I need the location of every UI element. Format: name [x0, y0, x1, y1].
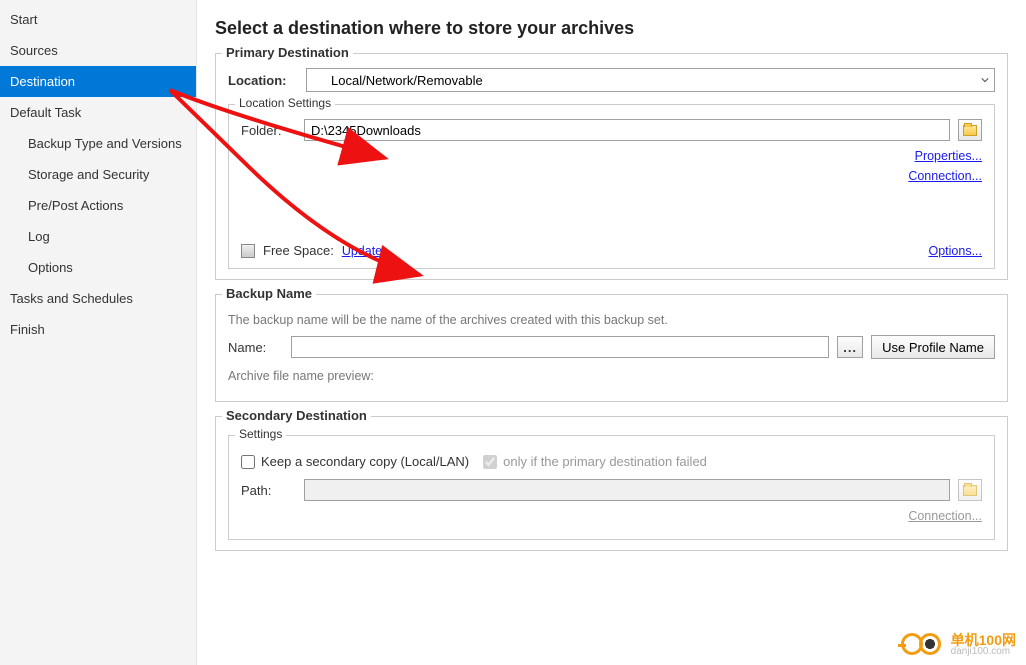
group-legend-backup-name: Backup Name — [222, 286, 316, 301]
sidebar-item-options[interactable]: Options — [0, 252, 196, 283]
sidebar-item-tasks-and-schedules[interactable]: Tasks and Schedules — [0, 283, 196, 314]
group-location-settings: Location Settings Folder: Properties... … — [228, 104, 995, 269]
folder-icon — [963, 125, 977, 136]
folder-icon — [963, 485, 977, 496]
legend-secondary-settings: Settings — [235, 427, 286, 441]
label-folder: Folder: — [241, 123, 296, 138]
browse-folder-button[interactable] — [958, 119, 982, 141]
sidebar-item-default-task[interactable]: Default Task — [0, 97, 196, 128]
keep-secondary-copy-label: Keep a secondary copy (Local/LAN) — [261, 454, 469, 469]
location-dropdown[interactable]: Local/Network/Removable — [306, 68, 995, 92]
main-panel: Select a destination where to store your… — [197, 0, 1026, 665]
sidebar-item-finish[interactable]: Finish — [0, 314, 196, 345]
group-secondary-destination: Secondary Destination Settings Keep a se… — [215, 416, 1008, 551]
group-secondary-settings: Settings Keep a secondary copy (Local/LA… — [228, 435, 995, 540]
legend-location-settings: Location Settings — [235, 96, 335, 110]
group-legend-secondary: Secondary Destination — [222, 408, 371, 423]
secondary-browse-button — [958, 479, 982, 501]
group-legend-primary: Primary Destination — [222, 45, 353, 60]
label-path: Path: — [241, 483, 296, 498]
options-link[interactable]: Options... — [929, 244, 983, 258]
use-profile-name-button[interactable]: Use Profile Name — [871, 335, 995, 359]
label-location: Location: — [228, 73, 298, 88]
only-if-failed-checkbox — [483, 455, 497, 469]
label-free-space: Free Space: — [263, 243, 334, 258]
label-name: Name: — [228, 340, 283, 355]
sidebar-item-sources[interactable]: Sources — [0, 35, 196, 66]
disk-icon — [241, 244, 255, 258]
sidebar-item-storage-and-security[interactable]: Storage and Security — [0, 159, 196, 190]
backup-name-input[interactable] — [291, 336, 829, 358]
secondary-connection-link: Connection... — [241, 509, 982, 523]
page-title: Select a destination where to store your… — [215, 18, 1008, 39]
sidebar-item-backup-type-and-versions[interactable]: Backup Type and Versions — [0, 128, 196, 159]
sidebar-item-pre-post-actions[interactable]: Pre/Post Actions — [0, 190, 196, 221]
update-link[interactable]: Update... — [342, 244, 393, 258]
group-backup-name: Backup Name The backup name will be the … — [215, 294, 1008, 402]
folder-input[interactable] — [304, 119, 950, 141]
properties-link[interactable]: Properties... — [241, 149, 982, 163]
keep-secondary-copy-checkbox[interactable] — [241, 455, 255, 469]
sidebar-item-log[interactable]: Log — [0, 221, 196, 252]
sidebar-item-destination[interactable]: Destination — [0, 66, 196, 97]
group-primary-destination: Primary Destination Location: Local/Netw… — [215, 53, 1008, 280]
backup-name-description: The backup name will be the name of the … — [228, 313, 995, 327]
archive-preview-label: Archive file name preview: — [228, 369, 995, 383]
secondary-path-input — [304, 479, 950, 501]
name-browse-button[interactable]: ... — [837, 336, 863, 358]
sidebar: StartSourcesDestinationDefault TaskBacku… — [0, 0, 197, 665]
sidebar-item-start[interactable]: Start — [0, 4, 196, 35]
connection-link[interactable]: Connection... — [241, 169, 982, 183]
only-if-failed-label: only if the primary destination failed — [503, 454, 707, 469]
